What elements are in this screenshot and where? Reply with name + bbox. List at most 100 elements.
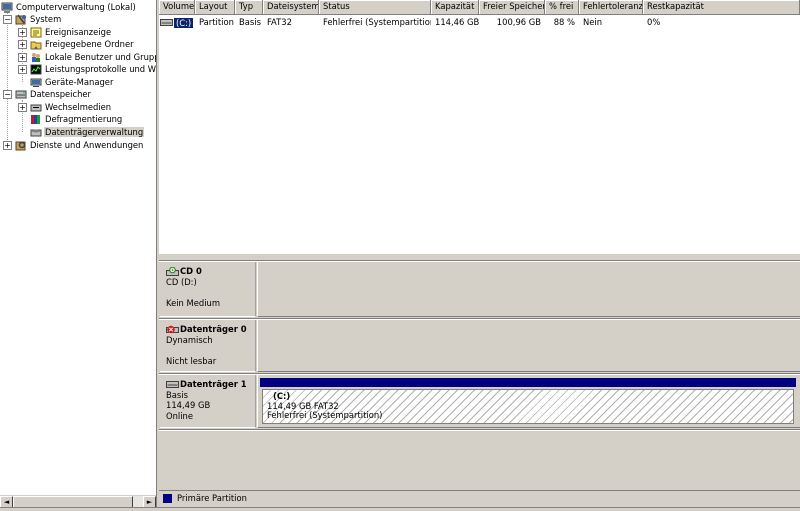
tree-item-label: Ereignisanzeige: [45, 27, 112, 37]
expand-toggle[interactable]: +: [18, 39, 27, 49]
defrag-icon: [31, 114, 40, 124]
console-tree[interactable]: Computerverwaltung (Lokal) − System + Er…: [0, 0, 157, 508]
storage-icon: [15, 90, 27, 98]
partition-status: Fehlerfrei (Systempartition): [267, 410, 383, 420]
device-manager-icon: [30, 78, 42, 87]
tree-item-label: Defragmentierung: [45, 114, 123, 124]
disk-detail: Kein Medium: [166, 297, 221, 308]
column-header-volume[interactable]: Volume: [159, 0, 195, 15]
tree-item-label: Leistungsprotokolle und Warnungen: [45, 64, 156, 74]
divider: [159, 429, 800, 431]
disk-detail: Basis: [166, 389, 188, 400]
legend-label: Primäre Partition: [177, 493, 247, 503]
tree-item-defragmentierung[interactable]: Defragmentierung: [18, 113, 123, 125]
column-header-layout[interactable]: Layout: [195, 0, 235, 15]
disk-error-icon: [166, 325, 179, 334]
disk-area-disk1[interactable]: (C:) 114,49 GB FAT32 Fehlerfrei (Systemp…: [257, 375, 800, 428]
tools-icon: [15, 14, 26, 24]
partition-c[interactable]: (C:) 114,49 GB FAT32 Fehlerfrei (Systemp…: [260, 378, 796, 425]
tree-item-freigegebene-ordner[interactable]: + Freigegebene Ordner: [18, 38, 135, 50]
column-header-fehlertoleranz[interactable]: Fehlertoleranz: [579, 0, 643, 15]
column-header-status[interactable]: Status: [319, 0, 431, 15]
disk-detail: [166, 287, 249, 298]
column-header-prozent-frei[interactable]: % frei: [545, 0, 579, 15]
volume-list[interactable]: Volume Layout Typ Dateisystem Status Kap…: [159, 0, 800, 256]
disk-name: Datenträger 0: [180, 324, 247, 334]
disk-row-disk0[interactable]: Datenträger 0 Dynamisch Nicht lesbar: [159, 320, 800, 372]
disk-info-cd0[interactable]: CD 0 CD (D:) Kein Medium: [160, 262, 256, 317]
shared-folder-icon: [30, 41, 42, 49]
expand-toggle[interactable]: +: [18, 27, 27, 37]
expand-toggle[interactable]: +: [3, 140, 12, 150]
primary-partition-bar: [260, 378, 796, 387]
disk-map[interactable]: CD 0 CD (D:) Kein Medium Datenträger 0 D…: [159, 258, 800, 490]
tree-item-dienste-und-anwendungen[interactable]: + Dienste und Anwendungen: [3, 139, 144, 151]
cell-freier-speicher: 100,96 GB: [496, 17, 541, 27]
cell-status: Fehlerfrei (Systempartition): [323, 17, 431, 27]
tree-item-label: Computerverwaltung (Lokal): [16, 2, 136, 12]
cell-kapazitaet: 114,46 GB: [435, 17, 479, 27]
tree-item-label: Geräte-Manager: [45, 77, 114, 87]
tree-item-label: Wechselmedien: [45, 102, 112, 112]
collapse-toggle[interactable]: −: [3, 14, 12, 24]
tree-item-datenspeicher[interactable]: − Datenspeicher: [3, 88, 92, 100]
legend-swatch-primary: [163, 493, 172, 503]
performance-icon: [30, 64, 42, 74]
collapse-toggle[interactable]: −: [3, 89, 12, 99]
partition-body[interactable]: (C:) 114,49 GB FAT32 Fehlerfrei (Systemp…: [262, 389, 794, 424]
column-header-freier-speicher[interactable]: Freier Speicher: [479, 0, 545, 15]
table-row[interactable]: (C:) Partition Basis FAT32 Fehlerfrei (S…: [159, 16, 743, 29]
tree-item-datentraegerverwaltung[interactable]: Datenträgerverwaltung: [18, 126, 145, 138]
disk-row-disk1[interactable]: Datenträger 1 Basis 114,49 GB Online (C:…: [159, 375, 800, 428]
expand-toggle[interactable]: +: [18, 64, 27, 74]
disk-detail: Nicht lesbar: [166, 355, 217, 366]
computer-icon: [1, 2, 13, 13]
disk-detail: Online: [166, 410, 194, 421]
tree-item-label: Datenspeicher: [30, 89, 91, 99]
disk-name: Datenträger 1: [180, 379, 247, 389]
cell-volume: (C:): [159, 16, 195, 29]
cell-prozent-frei: 88 %: [553, 17, 575, 27]
cell-layout: Partition: [199, 17, 234, 27]
expand-toggle[interactable]: +: [18, 52, 27, 62]
services-icon: [15, 141, 26, 150]
volume-list-header: Volume Layout Typ Dateisystem Status Kap…: [159, 0, 800, 15]
legend: Primäre Partition: [159, 490, 800, 505]
disk-area-cd0[interactable]: [257, 262, 800, 317]
disk-detail: 114,49 GB: [166, 400, 211, 410]
column-header-kapazitaet[interactable]: Kapazität: [431, 0, 479, 15]
users-icon: [32, 52, 40, 62]
tree-item-label: System: [30, 14, 62, 24]
tree-item-label: Datenträgerverwaltung: [44, 127, 145, 137]
tree-item-wechselmedien[interactable]: + Wechselmedien: [18, 101, 112, 113]
volume-name[interactable]: (C:): [174, 17, 194, 28]
cell-fehlertoleranz: Nein: [583, 17, 603, 27]
disk-row-cd0[interactable]: CD 0 CD (D:) Kein Medium: [159, 262, 800, 317]
cell-restkapazitaet: 0%: [647, 17, 661, 27]
removable-media-icon: [30, 104, 42, 111]
disk-management-icon: [30, 129, 42, 136]
event-viewer-icon: [30, 27, 42, 37]
column-header-dateisystem[interactable]: Dateisystem: [263, 0, 319, 15]
tree-item-leistungsprotokolle[interactable]: + Leistungsprotokolle und Warnungen: [18, 63, 156, 75]
disk-detail: Dynamisch: [166, 334, 213, 345]
disk-area-disk0[interactable]: [257, 320, 800, 372]
column-header-typ[interactable]: Typ: [235, 0, 263, 15]
tree-item-label: Freigegebene Ordner: [45, 39, 134, 49]
disk-info-disk0[interactable]: Datenträger 0 Dynamisch Nicht lesbar: [160, 320, 256, 372]
tree-item-computerverwaltung[interactable]: Computerverwaltung (Lokal): [1, 1, 137, 13]
disk-detail: [166, 345, 249, 356]
partition-name: (C:): [273, 391, 291, 401]
column-header-restkapazitaet[interactable]: Restkapazität: [643, 0, 800, 15]
disk-info-disk1[interactable]: Datenträger 1 Basis 114,49 GB Online: [160, 375, 256, 428]
tree-connector: [7, 12, 8, 146]
disk-detail: CD (D:): [166, 276, 197, 287]
cd-drive-icon: [166, 266, 179, 276]
expand-toggle[interactable]: +: [18, 102, 27, 112]
tree-item-geraete-manager[interactable]: Geräte-Manager: [18, 76, 114, 88]
tree-item-ereignisanzeige[interactable]: + Ereignisanzeige: [18, 26, 112, 38]
tree-item-lokale-benutzer[interactable]: + Lokale Benutzer und Gruppen: [18, 51, 156, 63]
tree-item-system[interactable]: − System: [3, 13, 62, 25]
